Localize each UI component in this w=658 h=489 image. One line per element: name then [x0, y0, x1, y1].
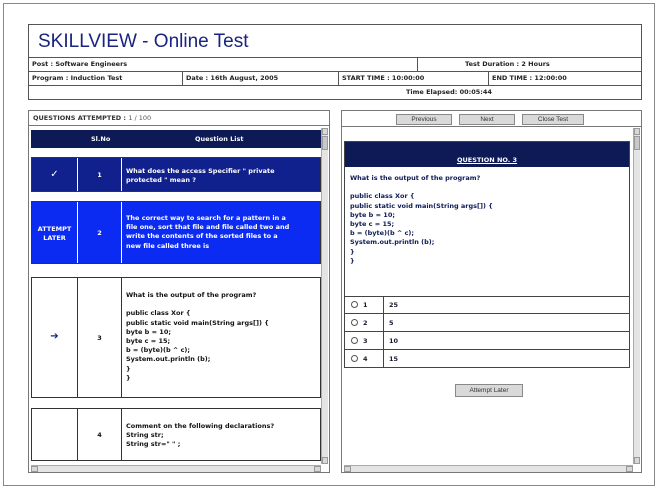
option-radio[interactable]	[351, 355, 358, 362]
close-test-button[interactable]: Close Test	[522, 114, 584, 125]
program-label: Program : Induction Test	[29, 72, 183, 85]
row-number: 2	[78, 202, 122, 263]
question-text: The correct way to search for a pattern …	[126, 214, 290, 250]
option-row-1[interactable]: 1 25	[344, 296, 630, 314]
attempt-later-button[interactable]: Attempt Later	[455, 384, 523, 397]
navigation-bar: Previous Next Close Test	[342, 111, 641, 127]
option-number: 4	[363, 355, 368, 363]
row-number: 4	[78, 409, 122, 460]
question-number-header: QUESTION NO. 3	[345, 142, 629, 167]
info-row-elapsed: Time Elapsed: 00:05:44	[28, 86, 642, 100]
question-body: What is the output of the program? publi…	[350, 174, 493, 265]
scroll-left-arrow-icon[interactable]	[31, 466, 38, 472]
scroll-up-arrow-icon[interactable]	[634, 128, 640, 135]
scrollbar-thumb[interactable]	[634, 136, 640, 150]
question-panel-hscrollbar[interactable]	[344, 465, 633, 472]
option-radio[interactable]	[351, 301, 358, 308]
info-row-post: Post : Software Engineers Test Duration …	[28, 58, 642, 72]
title-box: SKILLVIEW - Online Test	[28, 24, 642, 58]
scrollbar-thumb[interactable]	[322, 136, 328, 150]
question-text: What is the output of the program? publi…	[126, 291, 269, 382]
question-list-scrollbar[interactable]	[321, 128, 328, 464]
question-list-panel: QUESTIONS ATTEMPTED : 1 / 100 Sl.No Ques…	[28, 110, 330, 473]
question-row-2[interactable]: ATTEMPT LATER 2 The correct way to searc…	[31, 201, 321, 264]
attempted-label: QUESTIONS ATTEMPTED :	[33, 114, 129, 122]
question-number: QUESTION NO. 3	[456, 156, 518, 164]
scroll-right-arrow-icon[interactable]	[314, 466, 321, 472]
question-list-header: Sl.No Question List	[31, 130, 321, 148]
answered-check-icon: ✓	[32, 158, 78, 191]
option-value: 5	[389, 319, 394, 327]
question-box: QUESTION NO. 3 What is the output of the…	[344, 141, 630, 297]
question-row-4[interactable]: 4 Comment on the following declarations?…	[31, 408, 321, 461]
question-text: Comment on the following declarations? S…	[126, 422, 275, 449]
question-row-3[interactable]: ➔ 3 What is the output of the program? p…	[31, 277, 321, 398]
option-radio[interactable]	[351, 319, 358, 326]
scroll-up-arrow-icon[interactable]	[322, 128, 328, 135]
option-row-3[interactable]: 3 10	[344, 332, 630, 350]
date-label: Date : 16th August, 2005	[183, 72, 339, 85]
option-value: 25	[389, 301, 399, 309]
test-duration: Test Duration : 2 Hours	[465, 60, 550, 68]
option-radio[interactable]	[351, 337, 358, 344]
option-number: 3	[363, 337, 368, 345]
row-status	[32, 409, 78, 460]
attempt-later-badge: ATTEMPT LATER	[32, 202, 78, 263]
previous-button[interactable]: Previous	[396, 114, 452, 125]
option-row-4[interactable]: 4 15	[344, 350, 630, 368]
post-label: Post : Software Engineers	[29, 58, 418, 71]
option-value: 10	[389, 337, 399, 345]
info-row-program: Program : Induction Test Date : 16th Aug…	[28, 72, 642, 86]
option-number: 2	[363, 319, 368, 327]
question-list-hscrollbar[interactable]	[31, 465, 321, 472]
scroll-down-arrow-icon[interactable]	[634, 457, 640, 464]
col-slno: Sl.No	[91, 135, 111, 143]
question-row-1[interactable]: ✓ 1 What does the access Specifier " pri…	[31, 157, 321, 192]
scroll-down-arrow-icon[interactable]	[322, 457, 328, 464]
question-panel: Previous Next Close Test QUESTION NO. 3 …	[341, 110, 642, 473]
row-number: 1	[78, 158, 122, 191]
question-panel-scrollbar[interactable]	[633, 128, 640, 464]
col-question-list: Question List	[195, 135, 244, 143]
question-text: What does the access Specifier " private…	[126, 167, 275, 185]
attempted-value: 1 / 100	[128, 114, 152, 122]
scroll-left-arrow-icon[interactable]	[344, 466, 351, 472]
option-number: 1	[363, 301, 368, 309]
option-value: 15	[389, 355, 399, 363]
option-row-2[interactable]: 2 5	[344, 314, 630, 332]
start-time: START TIME : 10:00:00	[339, 72, 489, 85]
end-time: END TIME : 12:00:00	[492, 74, 567, 82]
time-elapsed: Time Elapsed: 00:05:44	[406, 88, 492, 96]
questions-attempted: QUESTIONS ATTEMPTED : 1 / 100	[29, 111, 329, 126]
current-arrow-icon: ➔	[32, 278, 78, 397]
scroll-right-arrow-icon[interactable]	[626, 466, 633, 472]
page-title: SKILLVIEW - Online Test	[38, 31, 249, 52]
next-button[interactable]: Next	[459, 114, 515, 125]
row-number: 3	[78, 278, 122, 397]
